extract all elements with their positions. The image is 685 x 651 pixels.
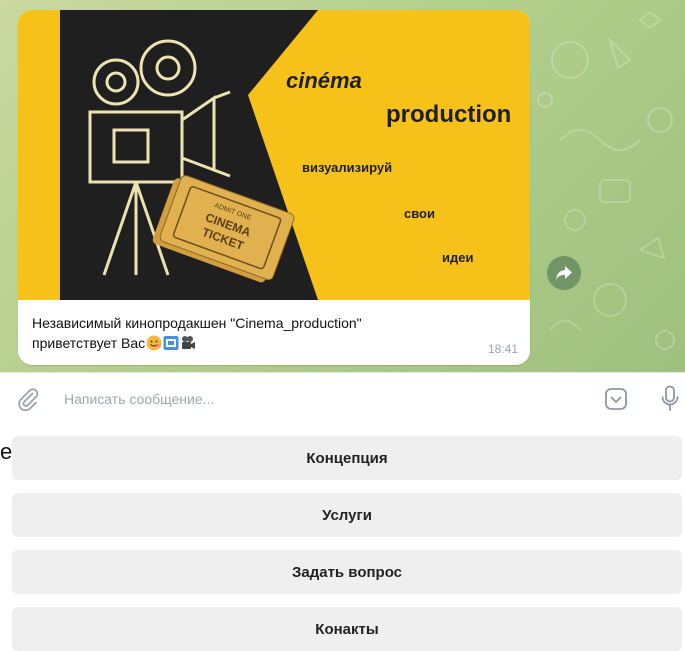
movie-camera-icon [182, 336, 196, 349]
message-composer: Написать сообщение... [0, 372, 685, 425]
smiling-face-icon [146, 335, 162, 351]
message-bubble[interactable]: ADMIT ONE CINEMA TICKET cinéma productio… [18, 10, 530, 365]
message-input[interactable]: Написать сообщение... [64, 391, 214, 407]
film-frames-icon [163, 336, 179, 350]
message-text: Независимый кинопродакшен "Cinema_produc… [32, 313, 452, 353]
poster-title-production: production [386, 101, 511, 128]
poster-image[interactable]: ADMIT ONE CINEMA TICKET cinéma productio… [18, 10, 530, 300]
keyboard-button-concept[interactable]: Концепция [12, 436, 682, 480]
paperclip-icon[interactable] [16, 387, 40, 411]
emoji-panel-icon[interactable] [604, 387, 628, 411]
keyboard-button-services[interactable]: Услуги [12, 493, 682, 537]
poster-tagline-3: идеи [442, 250, 473, 265]
cropped-edge-character: е [0, 439, 13, 464]
message-text-line2: приветствует Вас [32, 335, 146, 351]
keyboard-button-ask-question[interactable]: Задать вопрос [12, 550, 682, 594]
poster-title-cinema: cinéma [286, 68, 362, 93]
keyboard-button-contacts[interactable]: Конакты [12, 607, 682, 651]
forward-button[interactable] [547, 256, 581, 290]
poster-tagline-2: свои [404, 206, 435, 221]
message-text-line1: Независимый кинопродакшен "Cinema_produc… [32, 315, 362, 331]
microphone-icon[interactable] [660, 385, 680, 413]
poster-tagline-1: визуализируй [302, 160, 392, 175]
chat-area: ADMIT ONE CINEMA TICKET cinéma productio… [0, 0, 685, 372]
forward-arrow-icon [556, 266, 572, 280]
message-time: 18:41 [487, 342, 518, 356]
